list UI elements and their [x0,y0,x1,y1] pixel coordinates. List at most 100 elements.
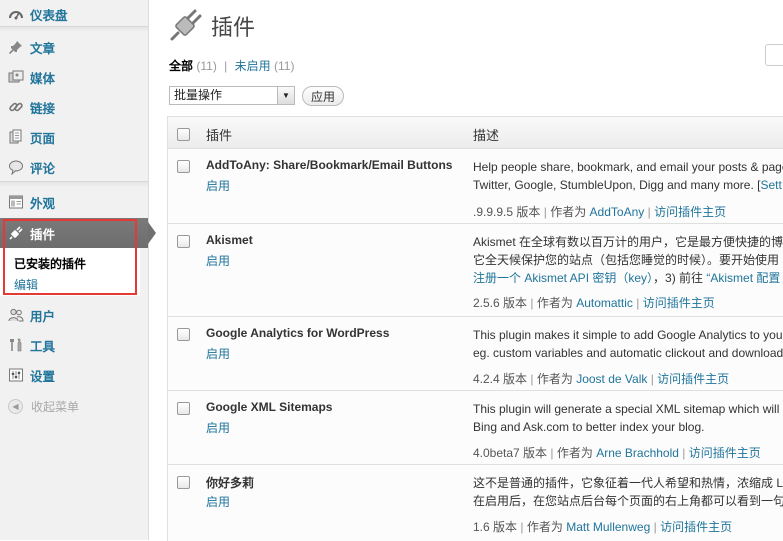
plugin-version: 4.0beta7 版本 [473,446,548,460]
menu-item-users[interactable]: 用户 [0,301,148,329]
dropdown-arrow-icon: ▼ [277,87,294,104]
row-checkbox[interactable] [177,235,190,248]
description-line: This plugin will generate a special XML … [473,402,780,416]
description-line: Help people share, bookmark, and email y… [473,160,783,174]
activate-link[interactable]: 启用 [206,345,230,362]
plugin-name: Akismet [206,233,253,247]
plugin-version: 4.2.4 版本 [473,372,528,386]
description-line: eg. custom variables and automatic click… [473,346,783,360]
menu-separator [0,181,148,187]
activate-link[interactable]: 启用 [206,419,230,436]
settings-link[interactable]: Sett [760,178,781,192]
media-icon [7,68,25,86]
admin-sidebar: 仪表盘 文章 媒体 链接 页面 评论 外观 插件 已安装的插件 编辑 用户 工具… [0,0,156,540]
menu-label: 评论 [30,161,56,176]
menu-label: 文章 [30,41,56,56]
description-line: 这不是普通的插件，它象征着一代人希望和热情，浓缩成 L [473,476,783,490]
author-link[interactable]: Arne Brachhold [596,446,679,460]
menu-separator [0,26,148,32]
author-link[interactable]: Joost de Valk [576,372,647,386]
menu-item-dashboard[interactable]: 仪表盘 [0,0,148,28]
menu-label: 链接 [30,101,56,116]
dashboard-icon [7,5,25,23]
highlight-box [3,219,137,295]
bulk-action-value: 批量操作 [174,88,223,102]
select-all-checkbox[interactable] [177,128,190,141]
author-prefix: 作者为 [550,205,587,219]
row-checkbox[interactable] [177,160,190,173]
plugin-description: This plugin will generate a special XML … [473,400,783,436]
row-checkbox[interactable] [177,476,190,489]
author-link[interactable]: AddToAny [590,205,645,219]
activate-link[interactable]: 启用 [206,177,230,194]
author-link[interactable]: Automattic [576,296,633,310]
table-row: Akismet 启用 Akismet 在全球有数以百万计的用户，它是最方便快捷的… [168,224,783,317]
table-row: 你好多莉 启用 这不是普通的插件，它象征着一代人希望和热情，浓缩成 L 在启用后… [168,465,783,541]
menu-item-pages[interactable]: 页面 [0,123,148,151]
plugin-description: Help people share, bookmark, and email y… [473,158,783,194]
plug-icon [169,6,205,45]
plugin-description: 这不是普通的插件，它象征着一代人希望和热情，浓缩成 L 在启用后，在您站点后台每… [473,474,783,510]
column-header-description: 描述 [473,128,500,143]
page-title: 插件 [211,16,256,41]
menu-item-appearance[interactable]: 外观 [0,188,148,216]
collapse-menu-button[interactable]: ◀ 收起菜单 [8,398,79,415]
akismet-config-link[interactable]: “Akismet 配置 [706,271,780,285]
description-line: Bing and Ask.com to better index your bl… [473,420,705,434]
menu-item-comments[interactable]: 评论 [0,153,148,181]
collapse-menu-label: 收起菜单 [31,400,80,414]
plugin-name: AddToAny: Share/Bookmark/Email Buttons [206,158,453,172]
menu-label: 外观 [30,196,56,211]
activate-link[interactable]: 启用 [206,252,230,269]
row-checkbox[interactable] [177,328,190,341]
plugin-homepage-link[interactable]: 访问插件主页 [654,205,726,219]
status-filters: 全部 (11) | 未启用 (11) [169,57,294,74]
plugin-meta: .9.9.9.5 版本 | 作者为 AddToAny | 访问插件主页 [473,205,727,219]
plugin-name: 你好多莉 [206,476,255,490]
filter-all[interactable]: 全部 [169,59,193,73]
plugin-description: This plugin makes it simple to add Googl… [473,326,783,362]
filter-divider: | [224,59,228,73]
menu-item-settings[interactable]: 设置 [0,361,148,389]
row-checkbox[interactable] [177,402,190,415]
plugin-homepage-link[interactable]: 访问插件主页 [657,372,729,386]
description-line: 它全天候保护您的站点（包括您睡觉的时候）。要开始使用 [473,253,780,267]
menu-label: 设置 [30,369,56,384]
filter-inactive[interactable]: 未启用 [235,59,271,73]
main-content: 插件 全部 (11) | 未启用 (11) 批量操作 ▼ 应用 插件 描述 Ad… [149,0,783,541]
search-input[interactable] [765,44,783,66]
comment-icon [7,158,25,176]
description-text: ，3) 前往 [653,271,704,285]
column-header-plugin[interactable]: 插件 [206,125,232,144]
menu-label: 工具 [30,339,56,354]
plugin-homepage-link[interactable]: 访问插件主页 [643,296,715,310]
menu-item-media[interactable]: 媒体 [0,63,148,91]
author-prefix: 作者为 [556,446,593,460]
plugin-version: 2.5.6 版本 [473,296,528,310]
filter-all-count: (11) [196,59,217,73]
activate-link[interactable]: 启用 [206,493,230,510]
plugin-meta: 4.2.4 版本 | 作者为 Joost de Valk | 访问插件主页 [473,372,730,386]
menu-label: 用户 [30,309,56,324]
plugins-table: 插件 描述 AddToAny: Share/Bookmark/Email But… [167,116,783,541]
menu-item-tools[interactable]: 工具 [0,331,148,359]
author-prefix: 作者为 [526,520,563,534]
author-link[interactable]: Matt Mullenweg [566,520,650,534]
description-text: Twitter, Google, StumbleUpon, Digg and m… [473,178,761,192]
api-key-link[interactable]: 注册一个 Akismet API 密钥（key） [473,271,653,285]
plugin-homepage-link[interactable]: 访问插件主页 [689,446,761,460]
apply-button[interactable]: 应用 [302,86,344,106]
table-row: Google Analytics for WordPress 启用 This p… [168,317,783,391]
filter-inactive-count: (11) [273,59,295,73]
menu-item-posts[interactable]: 文章 [0,33,148,61]
menu-label: 媒体 [30,71,56,86]
link-icon [7,98,25,116]
bulk-action-select[interactable]: 批量操作 ▼ [169,86,295,105]
plugin-meta: 4.0beta7 版本 | 作者为 Arne Brachhold | 访问插件主… [473,446,761,460]
tools-icon [7,336,25,354]
description-line: This plugin makes it simple to add Googl… [473,328,783,342]
plugin-homepage-link[interactable]: 访问插件主页 [660,520,732,534]
plugin-meta: 1.6 版本 | 作者为 Matt Mullenweg | 访问插件主页 [473,520,733,534]
description-line: Akismet 在全球有数以百万计的用户，它是最方便快捷的博 [473,235,783,249]
menu-item-links[interactable]: 链接 [0,93,148,121]
